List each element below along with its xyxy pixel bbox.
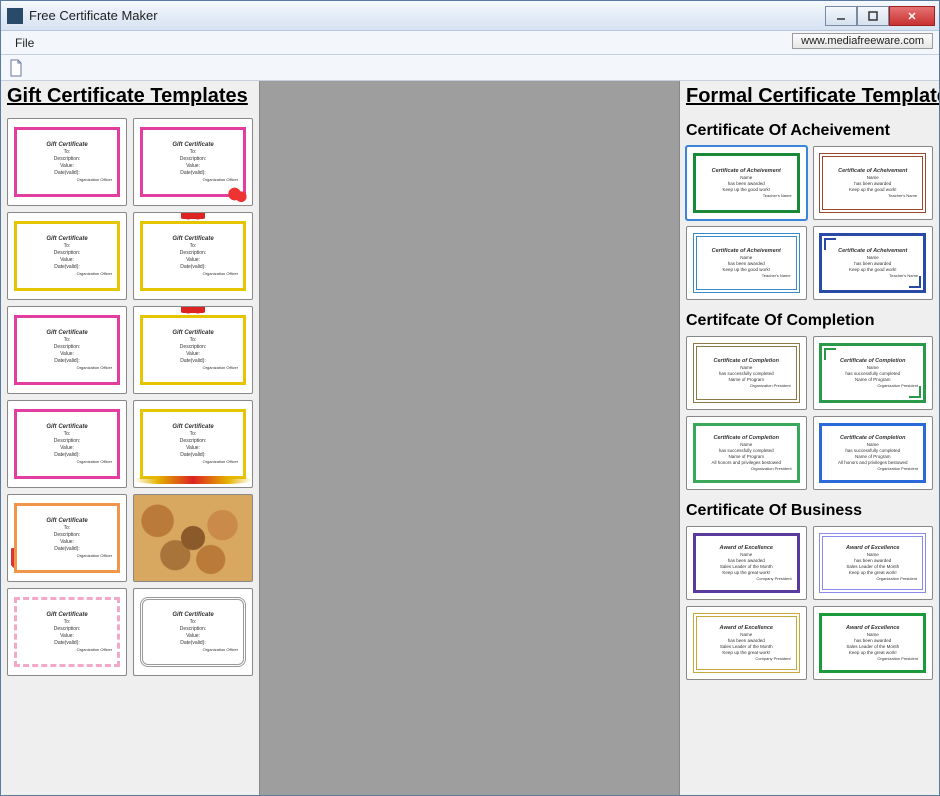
canvas-area: [260, 81, 679, 795]
right-panel-title: Formal Certificate Templates: [680, 81, 939, 118]
gift-template-grid: Gift Certificate To: Description: Value:…: [1, 118, 259, 684]
gift-template-thumb[interactable]: Gift Certificate To: Description: Value:…: [7, 212, 127, 300]
formal-template-thumb[interactable]: Award of Excellence Name has been awarde…: [686, 606, 807, 680]
gift-template-thumb[interactable]: Gift Certificate To: Description: Value:…: [7, 494, 127, 582]
gift-template-thumb[interactable]: Gift Certificate To: Description: Value:…: [7, 588, 127, 676]
left-panel-title: Gift Certificate Templates: [1, 81, 259, 118]
achievement-grid: Certificate of Acheivement Name has been…: [680, 146, 939, 308]
app-icon: [7, 8, 23, 24]
app-window: Free Certificate Maker File www.mediafre…: [0, 0, 940, 796]
gift-template-thumb[interactable]: [133, 494, 253, 582]
business-grid: Award of Excellence Name has been awarde…: [680, 526, 939, 688]
gift-template-thumb[interactable]: Gift Certificate To: Description: Value:…: [133, 212, 253, 300]
new-document-icon[interactable]: [7, 59, 25, 77]
minimize-button[interactable]: [825, 6, 857, 26]
website-link-button[interactable]: www.mediafreeware.com: [792, 33, 933, 49]
formal-template-thumb[interactable]: Certificate of Acheivement Name has been…: [813, 146, 934, 220]
section-business: Certificate Of Business: [680, 498, 939, 526]
formal-template-thumb[interactable]: Certificate of Completion Name has succe…: [813, 336, 934, 410]
formal-template-thumb[interactable]: Award of Excellence Name has been awarde…: [686, 526, 807, 600]
formal-template-thumb[interactable]: Certificate of Acheivement Name has been…: [813, 226, 934, 300]
formal-template-thumb[interactable]: Certificate of Acheivement Name has been…: [686, 146, 807, 220]
app-title: Free Certificate Maker: [29, 8, 825, 23]
gift-template-thumb[interactable]: Gift Certificate To: Description: Value:…: [7, 400, 127, 488]
gift-template-thumb[interactable]: Gift Certificate To: Description: Value:…: [7, 118, 127, 206]
gift-template-thumb[interactable]: Gift Certificate To: Description: Value:…: [133, 400, 253, 488]
section-completion: Certifcate Of Completion: [680, 308, 939, 336]
completion-grid: Certificate of Completion Name has succe…: [680, 336, 939, 498]
section-achievement: Certificate Of Acheivement: [680, 118, 939, 146]
formal-template-thumb[interactable]: Award of Excellence Name has been awarde…: [813, 606, 934, 680]
left-panel: Gift Certificate Templates Gift Certific…: [1, 81, 260, 795]
menubar: File www.mediafreeware.com: [1, 31, 939, 55]
formal-template-thumb[interactable]: Certificate of Completion Name has succe…: [686, 336, 807, 410]
gift-template-thumb[interactable]: Gift Certificate To: Description: Value:…: [133, 306, 253, 394]
formal-template-thumb[interactable]: Award of Excellence Name has been awarde…: [813, 526, 934, 600]
gift-template-thumb[interactable]: Gift Certificate To: Description: Value:…: [133, 588, 253, 676]
gift-template-thumb[interactable]: Gift Certificate To: Description: Value:…: [7, 306, 127, 394]
right-panel: Formal Certificate Templates Certificate…: [679, 81, 939, 795]
menu-file[interactable]: File: [7, 34, 42, 52]
formal-template-thumb[interactable]: Certificate of Completion Name has succe…: [686, 416, 807, 490]
workspace: Gift Certificate Templates Gift Certific…: [1, 81, 939, 795]
gift-template-thumb[interactable]: Gift Certificate To: Description: Value:…: [133, 118, 253, 206]
window-buttons: [825, 6, 935, 26]
close-button[interactable]: [889, 6, 935, 26]
maximize-button[interactable]: [857, 6, 889, 26]
formal-template-thumb[interactable]: Certificate of Acheivement Name has been…: [686, 226, 807, 300]
titlebar: Free Certificate Maker: [1, 1, 939, 31]
toolbar: [1, 55, 939, 81]
formal-template-thumb[interactable]: Certificate of Completion Name has succe…: [813, 416, 934, 490]
